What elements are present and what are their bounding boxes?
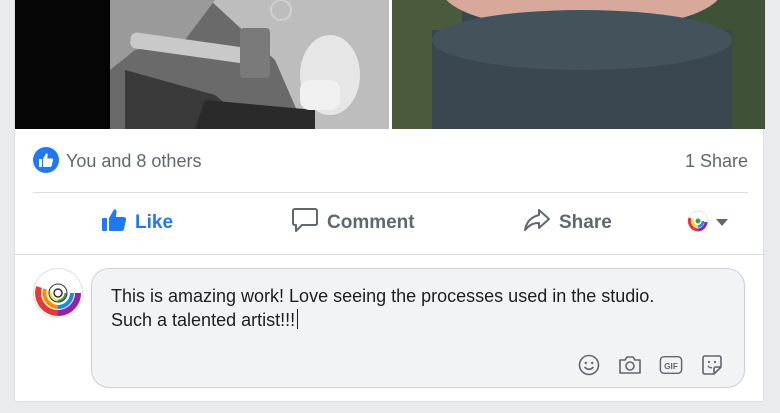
svg-text:GIF: GIF xyxy=(664,361,678,371)
gif-icon[interactable]: GIF xyxy=(659,353,683,377)
like-label: Like xyxy=(135,212,174,233)
sticker-icon[interactable] xyxy=(700,353,724,377)
post-as-selector[interactable] xyxy=(687,200,728,246)
comment-label: Comment xyxy=(327,212,415,233)
reactions-summary: You and 8 others 1 Share xyxy=(33,144,748,176)
comment-button[interactable]: Comment xyxy=(291,200,415,246)
reaction-count-text[interactable]: You and 8 others xyxy=(66,151,201,172)
divider xyxy=(15,254,763,255)
comment-text-line: Such a talented artist!!! xyxy=(111,310,296,330)
share-count[interactable]: 1 Share xyxy=(685,151,748,172)
divider xyxy=(33,192,748,193)
text-caret xyxy=(297,309,299,329)
avatar[interactable] xyxy=(33,268,83,318)
post-photo-portrait[interactable] xyxy=(392,0,765,129)
emoji-icon[interactable] xyxy=(577,353,601,377)
rainbow-avatar-icon xyxy=(687,210,709,237)
share-arrow-icon xyxy=(523,207,551,239)
camera-icon[interactable] xyxy=(618,353,642,377)
share-button[interactable]: Share xyxy=(523,200,612,246)
post-card: You and 8 others 1 Share Like Comment Sh… xyxy=(14,0,765,402)
like-button[interactable]: Like xyxy=(101,200,173,246)
comment-text-line: This is amazing work! Love seeing the pr… xyxy=(111,286,655,306)
post-action-bar: Like Comment Share xyxy=(15,200,763,246)
comment-bubble-icon xyxy=(291,207,319,239)
thumbs-up-icon xyxy=(101,208,127,238)
like-reaction-icon[interactable] xyxy=(33,147,59,173)
composer-toolbar: GIF xyxy=(577,353,724,377)
share-label: Share xyxy=(559,212,612,233)
comment-input[interactable]: This is amazing work! Love seeing the pr… xyxy=(91,268,745,388)
comment-text[interactable]: This is amazing work! Love seeing the pr… xyxy=(111,284,731,332)
chevron-down-icon xyxy=(716,214,728,232)
post-photo-workshop[interactable] xyxy=(15,0,389,129)
